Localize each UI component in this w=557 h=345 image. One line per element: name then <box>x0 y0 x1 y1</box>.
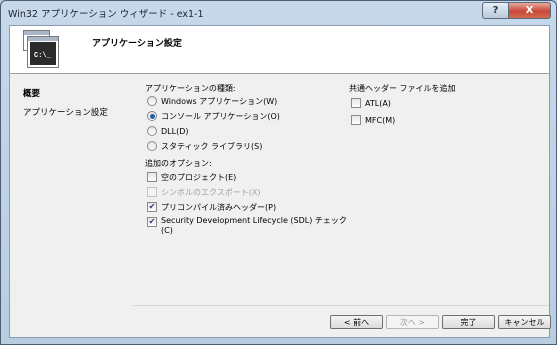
checkbox-atl[interactable]: ATL(A) <box>351 97 391 109</box>
wizard-client-area: C:\_ アプリケーション設定 概要 アプリケーション設定 アプリケーションの種… <box>9 25 551 338</box>
additional-options-label: 追加のオプション: <box>145 159 212 168</box>
radio-circle <box>147 141 157 151</box>
radio-circle <box>147 96 157 106</box>
finish-button[interactable]: 完了 <box>442 315 495 329</box>
radio-label: スタティック ライブラリ(S) <box>161 141 263 151</box>
radio-dll[interactable]: DLL(D) <box>147 125 188 137</box>
radio-windows-app[interactable]: Windows アプリケーション(W) <box>147 95 277 107</box>
cancel-button[interactable]: キャンセル <box>498 315 551 329</box>
radio-label: コンソール アプリケーション(O) <box>161 111 280 121</box>
wizard-sidebar: 概要 アプリケーション設定 <box>10 74 131 337</box>
radio-static-library[interactable]: スタティック ライブラリ(S) <box>147 140 262 152</box>
prev-button[interactable]: < 前へ <box>330 315 383 329</box>
checkbox-label: Security Development Lifecycle (SDL) チェッ… <box>161 216 347 235</box>
console-icon-text: C:\_ <box>34 52 52 60</box>
radio-selected-dot <box>149 113 155 119</box>
checkbox-mfc[interactable]: MFC(M) <box>351 114 395 126</box>
checkbox-empty-project[interactable]: 空のプロジェクト(E) <box>147 171 236 183</box>
sidebar-item-app-settings[interactable]: アプリケーション設定 <box>23 106 108 118</box>
close-button[interactable]: X <box>509 2 551 19</box>
checkbox-label: シンボルのエクスポート(X) <box>161 187 261 197</box>
app-type-label: アプリケーションの種類: <box>145 84 236 93</box>
checkbox-label: 空のプロジェクト(E) <box>161 172 237 182</box>
title-bar[interactable]: Win32 アプリケーション ウィザード - ex1-1 ? X <box>1 1 556 25</box>
sidebar-item-overview[interactable]: 概要 <box>23 87 40 99</box>
checkbox-label: ATL(A) <box>365 98 391 108</box>
checkmark-icon: ✔ <box>147 217 157 227</box>
radio-console-app[interactable]: コンソール アプリケーション(O) <box>147 110 280 122</box>
checkbox-box <box>351 98 361 108</box>
window-title: Win32 アプリケーション ウィザード - ex1-1 <box>8 9 204 20</box>
checkbox-sdl-check[interactable]: ✔ Security Development Lifecycle (SDL) チ… <box>147 216 347 236</box>
common-headers-label: 共通ヘッダー ファイルを追加 <box>349 84 456 93</box>
checkbox-box <box>147 187 157 197</box>
settings-panel: アプリケーションの種類: Windows アプリケーション(W) コンソール ア… <box>133 74 549 305</box>
next-button: 次へ > <box>386 315 439 329</box>
checkbox-label: MFC(M) <box>365 115 396 125</box>
caption-buttons: ? X <box>482 2 551 19</box>
checkbox-label: プリコンパイル済みヘッダー(P) <box>161 202 277 212</box>
radio-circle <box>147 126 157 136</box>
checkbox-box <box>147 172 157 182</box>
wizard-header: C:\_ アプリケーション設定 <box>10 26 549 74</box>
checkmark-icon: ✔ <box>147 202 157 212</box>
checkbox-box <box>351 115 361 125</box>
radio-label: DLL(D) <box>161 126 189 136</box>
radio-label: Windows アプリケーション(W) <box>161 96 278 106</box>
wizard-footer: < 前へ 次へ > 完了 キャンセル <box>133 305 551 337</box>
checkbox-precompiled-header[interactable]: ✔ プリコンパイル済みヘッダー(P) <box>147 201 276 213</box>
console-app-icon: C:\_ <box>23 30 59 68</box>
close-icon: X <box>525 5 534 16</box>
wizard-window: Win32 アプリケーション ウィザード - ex1-1 ? X C:\_ アプ… <box>0 0 557 345</box>
page-title: アプリケーション設定 <box>92 39 182 49</box>
checkbox-export-symbols: シンボルのエクスポート(X) <box>147 186 260 198</box>
radio-circle <box>147 111 157 121</box>
help-button[interactable]: ? <box>482 2 509 19</box>
help-icon: ? <box>492 5 499 16</box>
